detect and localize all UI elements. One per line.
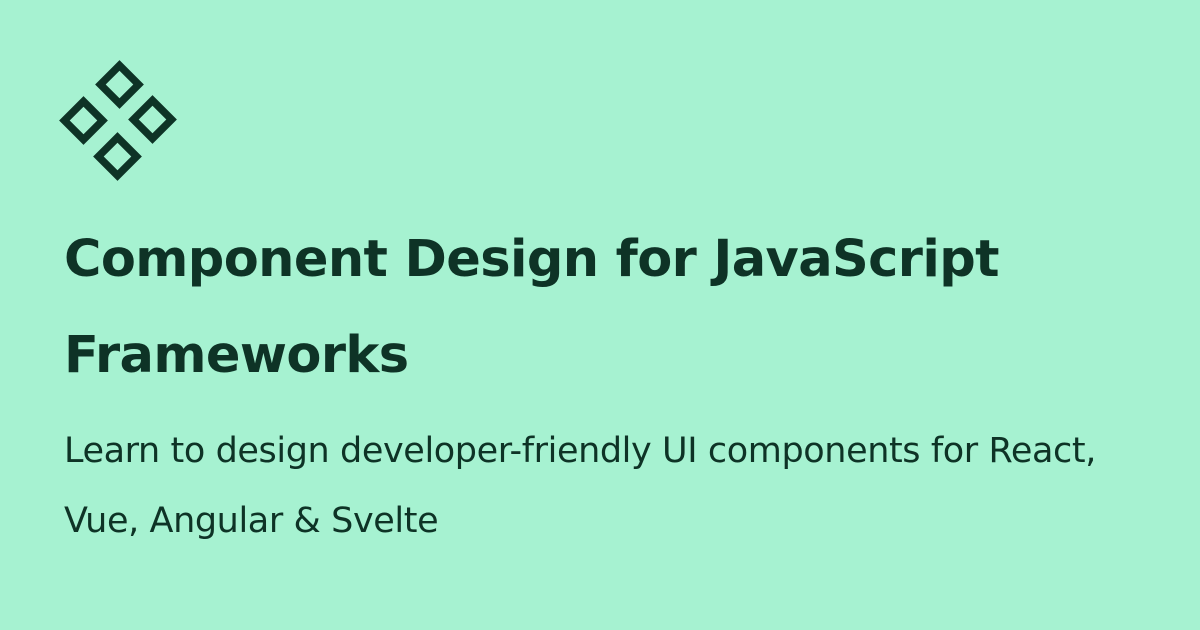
og-card: Component Design for JavaScript Framewor… xyxy=(0,0,1200,630)
logo-diamond-left xyxy=(59,96,108,145)
page-subtitle: Learn to design developer-friendly UI co… xyxy=(64,431,1096,541)
logo-diamond-top xyxy=(95,60,144,109)
logo-diamond-right xyxy=(128,95,177,144)
page-title: Component Design for JavaScript Framewor… xyxy=(64,230,999,385)
logo-diamond-bottom xyxy=(93,132,142,181)
four-diamonds-logo-icon xyxy=(59,60,177,181)
